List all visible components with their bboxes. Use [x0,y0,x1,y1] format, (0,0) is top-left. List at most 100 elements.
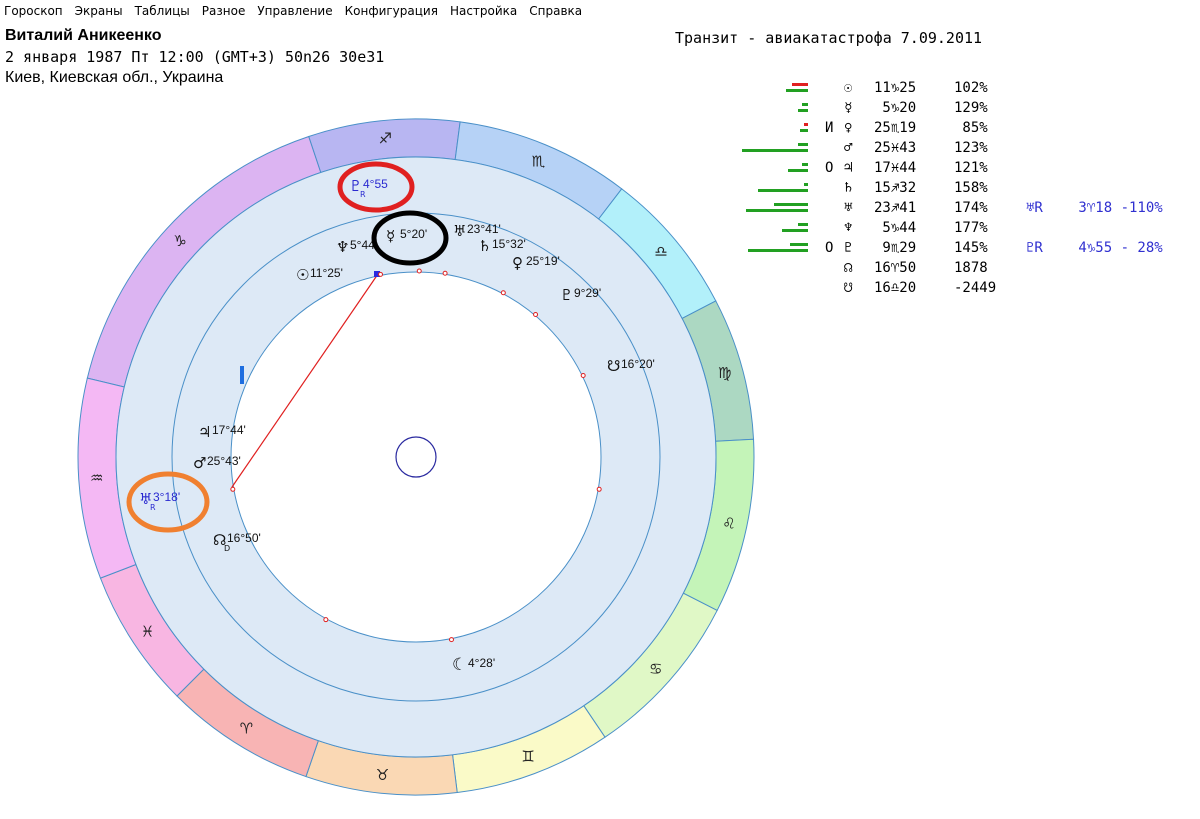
strength-bars [740,98,808,118]
strength-bar [800,129,808,132]
planet-glyph-icon: ♇ [844,240,853,256]
planet-table-row[interactable]: О ♃ 17♓44 121% [740,158,1200,178]
sign-glyph-virgo: ♍︎ [718,364,731,382]
planet-table-row[interactable]: ☊ 16♈50 1878 [740,258,1200,278]
natal-position-dot [500,290,506,296]
planet-strength: 123% [954,140,988,156]
strength-bar [748,249,808,252]
natal-position-dot [533,312,539,318]
strength-bars [740,118,808,138]
sign-glyph-taurus: ♉︎ [376,766,389,784]
planet-glyph-icon: ♅ [844,200,853,216]
natal-uranus-glyph: ♅ [453,222,466,240]
strength-bar [802,163,808,166]
sign-glyph-leo: ♌︎ [722,515,735,533]
planet-degree: 9♏29 [874,240,917,256]
natal-south-node-label: 16°20' [621,357,655,371]
planet-table-row[interactable]: ☋ 16♎20 -2449 [740,278,1200,298]
planet-glyph-icon: ☊ [844,260,853,276]
strength-bar [758,189,808,192]
planet-degree: 11♑25 [874,80,917,96]
planet-strength: 129% [954,100,988,116]
transit-degree: 3♈18 -110% [1070,200,1163,216]
planet-strength: 158% [954,180,988,196]
planet-table-row[interactable]: ☿ 5♑20 129% [740,98,1200,118]
planet-glyph-icon: ☋ [844,280,853,296]
natal-uranus-label: 23°41' [467,222,501,236]
sign-glyph-gemini: ♊︎ [521,748,534,766]
planet-strength: 121% [954,160,988,176]
natal-mars-label: 25°43' [207,454,241,468]
strength-bars [740,278,808,298]
sign-glyph-sagittarius: ♐︎ [379,129,392,147]
strength-bar [798,109,808,112]
dignity-mark: И [825,120,834,136]
strength-bars [740,138,808,158]
planet-degree: 15♐32 [874,180,917,196]
natal-moon-glyph: ☾ [452,655,467,675]
planet-table-row[interactable]: ♅ 23♐41 174% ♅R 3♈18 -110% [740,198,1200,218]
natal-position-dot [378,271,384,277]
planet-strength: 177% [954,220,988,236]
dignity-mark: О [825,240,834,256]
strength-bar [742,149,808,152]
strength-bar [798,143,808,146]
strength-bars [740,238,808,258]
planet-table: ☉ 11♑25 102% ☿ 5♑20 129% И ♀ 25♏19 85% ♂ 25♓43 123… [740,78,1200,298]
natal-sun-label: 11°25' [310,266,343,280]
planet-table-row[interactable]: О ♇ 9♏29 145% ♇R 4♑55 - 28% [740,238,1200,258]
strength-bar [774,203,808,206]
strength-bars [740,158,808,178]
planet-table-row[interactable]: ♄ 15♐32 158% [740,178,1200,198]
sign-glyph-aries: ♈︎ [240,719,253,737]
natal-jupiter-label: 17°44' [212,423,246,437]
strength-bar [792,83,808,86]
transit-uranus-sub: R [150,503,156,512]
transit-pluto-sub: R [360,190,366,199]
strength-bars [740,258,808,278]
natal-position-dot [416,268,422,274]
planet-table-row[interactable]: ♆ 5♑44 177% [740,218,1200,238]
planet-degree: 25♓43 [874,140,917,156]
natal-neptune-glyph: ♆ [336,238,349,256]
planet-glyph-icon: ♆ [844,220,853,236]
natal-saturn-glyph: ♄ [478,237,491,255]
planet-strength: -2449 [954,280,997,296]
transit-planet-glyph-icon: ♇R [1026,240,1043,256]
planet-degree: 5♑44 [874,220,917,236]
natal-mercury-glyph: ☿ [386,227,395,245]
sign-glyph-pisces: ♓︎ [141,622,154,640]
natal-moon-label: 4°28' [468,656,495,670]
transit-pluto-label: 4°55 [363,177,388,191]
planet-glyph-icon: ♄ [844,180,853,196]
strength-bar [786,89,808,92]
planet-table-row[interactable]: ☉ 11♑25 102% [740,78,1200,98]
strength-bar [746,209,808,212]
natal-mars-glyph: ♂ [193,454,206,472]
strength-bar [804,123,808,126]
strength-bar [782,229,808,232]
sign-glyph-capricorn: ♑︎ [173,232,186,250]
natal-jupiter-glyph: ♃ [198,423,211,441]
transit-uranus-label: 3°18' [153,490,180,504]
natal-sun-glyph: ☉ [296,266,309,284]
planet-table-row[interactable]: ♂ 25♓43 123% [740,138,1200,158]
planet-table-row[interactable]: И ♀ 25♏19 85% [740,118,1200,138]
strength-bar [788,169,808,172]
strength-bars [740,198,808,218]
planet-strength: 1878 [954,260,988,276]
natal-saturn-label: 15°32' [492,237,526,251]
transit-planet-glyph-icon: ♅R [1026,200,1043,216]
planet-strength: 85% [954,120,988,136]
planet-degree: 25♏19 [874,120,917,136]
planet-strength: 174% [954,200,988,216]
planet-strength: 145% [954,240,988,256]
aspect-area [230,271,602,643]
natal-south-node-glyph: ☋ [607,357,620,375]
strength-bar [804,183,808,186]
natal-position-dot [323,617,329,623]
strength-bars [740,78,808,98]
strength-bars [740,178,808,198]
planet-glyph-icon: ♃ [844,160,853,176]
planet-degree: 17♓44 [874,160,917,176]
